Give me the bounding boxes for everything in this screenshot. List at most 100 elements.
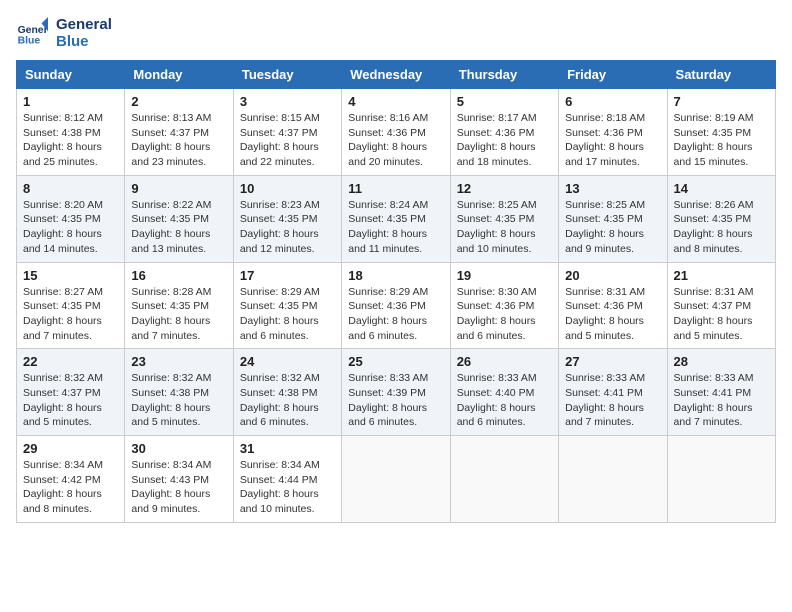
day-info: Sunrise: 8:29 AMSunset: 4:36 PMDaylight:… [348,285,443,344]
day-cell: 1 Sunrise: 8:12 AMSunset: 4:38 PMDaylight… [17,89,125,176]
day-cell: 15 Sunrise: 8:27 AMSunset: 4:35 PMDayligh… [17,262,125,349]
day-number: 7 [674,94,769,109]
header-wednesday: Wednesday [342,61,450,89]
day-number: 22 [23,354,118,369]
header-sunday: Sunday [17,61,125,89]
day-number: 11 [348,181,443,196]
day-info: Sunrise: 8:13 AMSunset: 4:37 PMDaylight:… [131,111,226,170]
day-number: 2 [131,94,226,109]
day-cell: 23 Sunrise: 8:32 AMSunset: 4:38 PMDayligh… [125,349,233,436]
day-number: 15 [23,268,118,283]
day-cell: 13Sunrise: 8:25 AMSunset: 4:35 PMDayligh… [559,175,667,262]
day-number: 26 [457,354,552,369]
day-cell: 8 Sunrise: 8:20 AMSunset: 4:35 PMDaylight… [17,175,125,262]
day-cell: 28 Sunrise: 8:33 AMSunset: 4:41 PMDayligh… [667,349,775,436]
day-info: Sunrise: 8:18 AMSunset: 4:36 PMDaylight:… [565,111,660,170]
day-cell: 14Sunrise: 8:26 AMSunset: 4:35 PMDayligh… [667,175,775,262]
day-cell: 5 Sunrise: 8:17 AMSunset: 4:36 PMDaylight… [450,89,558,176]
week-row-3: 15 Sunrise: 8:27 AMSunset: 4:35 PMDayligh… [17,262,776,349]
day-cell: 16 Sunrise: 8:28 AMSunset: 4:35 PMDayligh… [125,262,233,349]
day-cell: 4Sunrise: 8:16 AMSunset: 4:36 PMDaylight… [342,89,450,176]
day-info: Sunrise: 8:32 AMSunset: 4:37 PMDaylight:… [23,371,118,430]
day-number: 23 [131,354,226,369]
day-info: Sunrise: 8:32 AMSunset: 4:38 PMDaylight:… [131,371,226,430]
day-info: Sunrise: 8:33 AMSunset: 4:39 PMDaylight:… [348,371,443,430]
day-cell: 6 Sunrise: 8:18 AMSunset: 4:36 PMDaylight… [559,89,667,176]
day-info: Sunrise: 8:32 AMSunset: 4:38 PMDaylight:… [240,371,335,430]
day-info: Sunrise: 8:23 AMSunset: 4:35 PMDaylight:… [240,198,335,257]
day-number: 24 [240,354,335,369]
day-info: Sunrise: 8:31 AMSunset: 4:36 PMDaylight:… [565,285,660,344]
day-number: 27 [565,354,660,369]
day-cell: 12Sunrise: 8:25 AMSunset: 4:35 PMDayligh… [450,175,558,262]
calendar-header-row: SundayMondayTuesdayWednesdayThursdayFrid… [17,61,776,89]
day-cell: 10 Sunrise: 8:23 AMSunset: 4:35 PMDayligh… [233,175,341,262]
day-cell: 27Sunrise: 8:33 AMSunset: 4:41 PMDayligh… [559,349,667,436]
svg-text:General: General [18,25,48,36]
day-cell: 7 Sunrise: 8:19 AMSunset: 4:35 PMDaylight… [667,89,775,176]
day-number: 1 [23,94,118,109]
day-info: Sunrise: 8:30 AMSunset: 4:36 PMDaylight:… [457,285,552,344]
day-number: 8 [23,181,118,196]
header-thursday: Thursday [450,61,558,89]
week-row-1: 1 Sunrise: 8:12 AMSunset: 4:38 PMDaylight… [17,89,776,176]
day-cell: 21Sunrise: 8:31 AMSunset: 4:37 PMDayligh… [667,262,775,349]
day-cell: 30Sunrise: 8:34 AMSunset: 4:43 PMDayligh… [125,436,233,523]
day-number: 10 [240,181,335,196]
day-info: Sunrise: 8:33 AMSunset: 4:41 PMDaylight:… [674,371,769,430]
week-row-5: 29 Sunrise: 8:34 AMSunset: 4:42 PMDayligh… [17,436,776,523]
svg-text:Blue: Blue [18,35,41,46]
logo-text-general: General [56,16,112,33]
header-monday: Monday [125,61,233,89]
day-cell: 17 Sunrise: 8:29 AMSunset: 4:35 PMDayligh… [233,262,341,349]
day-number: 14 [674,181,769,196]
day-cell: 9 Sunrise: 8:22 AMSunset: 4:35 PMDaylight… [125,175,233,262]
page-header: General Blue General Blue [16,16,776,50]
day-info: Sunrise: 8:22 AMSunset: 4:35 PMDaylight:… [131,198,226,257]
day-info: Sunrise: 8:25 AMSunset: 4:35 PMDaylight:… [565,198,660,257]
day-info: Sunrise: 8:29 AMSunset: 4:35 PMDaylight:… [240,285,335,344]
day-cell [450,436,558,523]
day-info: Sunrise: 8:34 AMSunset: 4:43 PMDaylight:… [131,458,226,517]
day-info: Sunrise: 8:20 AMSunset: 4:35 PMDaylight:… [23,198,118,257]
day-cell: 31 Sunrise: 8:34 AMSunset: 4:44 PMDayligh… [233,436,341,523]
day-info: Sunrise: 8:25 AMSunset: 4:35 PMDaylight:… [457,198,552,257]
day-number: 20 [565,268,660,283]
day-info: Sunrise: 8:33 AMSunset: 4:40 PMDaylight:… [457,371,552,430]
day-cell [559,436,667,523]
day-cell [342,436,450,523]
day-cell: 3Sunrise: 8:15 AMSunset: 4:37 PMDaylight… [233,89,341,176]
day-cell: 19 Sunrise: 8:30 AMSunset: 4:36 PMDayligh… [450,262,558,349]
day-number: 25 [348,354,443,369]
header-tuesday: Tuesday [233,61,341,89]
day-info: Sunrise: 8:17 AMSunset: 4:36 PMDaylight:… [457,111,552,170]
day-cell: 26 Sunrise: 8:33 AMSunset: 4:40 PMDayligh… [450,349,558,436]
day-info: Sunrise: 8:34 AMSunset: 4:42 PMDaylight:… [23,458,118,517]
day-number: 5 [457,94,552,109]
day-number: 29 [23,441,118,456]
day-number: 6 [565,94,660,109]
day-number: 19 [457,268,552,283]
day-number: 31 [240,441,335,456]
day-cell: 20 Sunrise: 8:31 AMSunset: 4:36 PMDayligh… [559,262,667,349]
day-cell: 2 Sunrise: 8:13 AMSunset: 4:37 PMDaylight… [125,89,233,176]
day-info: Sunrise: 8:16 AMSunset: 4:36 PMDaylight:… [348,111,443,170]
day-number: 17 [240,268,335,283]
day-number: 3 [240,94,335,109]
day-info: Sunrise: 8:27 AMSunset: 4:35 PMDaylight:… [23,285,118,344]
header-friday: Friday [559,61,667,89]
day-cell: 24 Sunrise: 8:32 AMSunset: 4:38 PMDayligh… [233,349,341,436]
day-info: Sunrise: 8:31 AMSunset: 4:37 PMDaylight:… [674,285,769,344]
day-info: Sunrise: 8:19 AMSunset: 4:35 PMDaylight:… [674,111,769,170]
day-number: 18 [348,268,443,283]
day-number: 28 [674,354,769,369]
day-info: Sunrise: 8:24 AMSunset: 4:35 PMDaylight:… [348,198,443,257]
day-info: Sunrise: 8:34 AMSunset: 4:44 PMDaylight:… [240,458,335,517]
day-number: 9 [131,181,226,196]
day-info: Sunrise: 8:28 AMSunset: 4:35 PMDaylight:… [131,285,226,344]
day-cell [667,436,775,523]
day-cell: 29 Sunrise: 8:34 AMSunset: 4:42 PMDayligh… [17,436,125,523]
week-row-4: 22 Sunrise: 8:32 AMSunset: 4:37 PMDayligh… [17,349,776,436]
day-info: Sunrise: 8:12 AMSunset: 4:38 PMDaylight:… [23,111,118,170]
day-number: 16 [131,268,226,283]
